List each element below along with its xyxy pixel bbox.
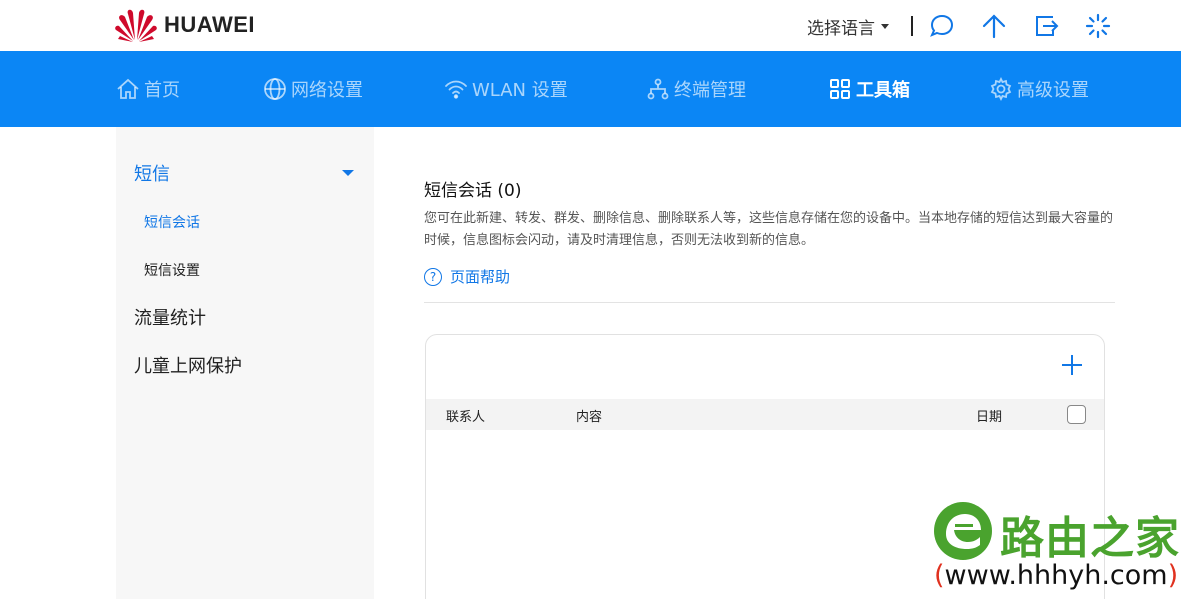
watermark-title: 路由之家 — [1000, 513, 1180, 564]
watermark-paren-close: ) — [1167, 560, 1179, 591]
top-toolbar: 选择语言 — [807, 10, 1111, 42]
globe-icon — [264, 78, 286, 100]
nav-wlan-settings-label: WLAN 设置 — [472, 80, 568, 101]
logout-icon[interactable] — [1033, 13, 1059, 39]
sidebar-item-sms-settings[interactable]: 短信设置 — [144, 260, 200, 280]
nav-home-label: 首页 — [144, 80, 180, 101]
nav-network-settings[interactable]: 网络设置 — [263, 51, 363, 127]
page-description: 您可在此新建、转发、群发、删除信息、删除联系人等，这些信息存储在您的设备中。当本… — [424, 211, 1114, 248]
toolbar-divider — [911, 16, 913, 36]
caret-down-icon — [881, 23, 889, 29]
sidebar-group-sms[interactable]: 短信 — [134, 160, 170, 186]
watermark-url: (www.hhhyh.com) — [934, 560, 1178, 591]
section-divider — [424, 302, 1115, 303]
nav-device-management[interactable]: 终端管理 — [646, 51, 746, 127]
nav-device-management-label: 终端管理 — [674, 80, 746, 101]
grid-icon — [830, 79, 850, 99]
top-header: HUAWEI 选择语言 — [0, 0, 1181, 51]
collapse-caret-icon[interactable] — [342, 170, 354, 176]
brand-name: HUAWEI — [164, 12, 255, 37]
upload-arrow-icon[interactable] — [981, 13, 1007, 39]
page-help-link[interactable]: ? 页面帮助 — [424, 266, 510, 287]
nav-home[interactable]: 首页 — [116, 51, 180, 127]
sidebar-group-sms-label: 短信 — [134, 164, 170, 185]
column-header-date: 日期 — [976, 410, 1003, 425]
sidebar: 短信 短信会话 短信设置 流量统计 儿童上网保护 — [116, 127, 374, 599]
table-header: 联系人 内容 日期 — [426, 399, 1104, 430]
question-circle-icon: ? — [424, 267, 442, 286]
sidebar-item-child-protection[interactable]: 儿童上网保护 — [134, 352, 242, 378]
sidebar-item-sms-conversation[interactable]: 短信会话 — [144, 212, 200, 232]
language-select[interactable]: 选择语言 — [807, 14, 889, 39]
watermark-url-text: www.hhhyh.com — [944, 560, 1168, 591]
wifi-icon — [445, 80, 467, 99]
column-header-content: 内容 — [576, 410, 603, 425]
watermark-paren-open: ( — [934, 560, 945, 591]
sidebar-item-label: 短信会话 — [144, 215, 200, 231]
select-all-checkbox[interactable] — [1067, 405, 1086, 424]
nav-advanced-settings-label: 高级设置 — [1017, 80, 1089, 101]
sidebar-item-label: 短信设置 — [144, 263, 200, 279]
chat-bubble-icon[interactable] — [929, 13, 955, 39]
huawei-logo[interactable]: HUAWEI — [114, 8, 255, 42]
nav-wlan-settings[interactable]: WLAN 设置 — [444, 51, 568, 127]
language-label: 选择语言 — [807, 18, 875, 39]
nav-toolbox[interactable]: 工具箱 — [828, 51, 910, 127]
huawei-flower-icon — [115, 9, 157, 42]
page-help-label: 页面帮助 — [450, 268, 511, 286]
sidebar-item-label: 流量统计 — [134, 308, 206, 329]
sidebar-item-traffic-stats[interactable]: 流量统计 — [134, 304, 206, 330]
gear-icon — [990, 77, 1012, 101]
main-nav: 首页 网络设置 WLAN 设置 终端管理 工具箱 高级设置 — [0, 51, 1181, 127]
nav-toolbox-label: 工具箱 — [856, 80, 910, 101]
watermark: 路由之家 (www.hhhyh.com) — [930, 498, 1181, 599]
page-title: 短信会话 (0) — [424, 181, 522, 201]
sidebar-item-label: 儿童上网保护 — [134, 356, 242, 377]
watermark-logo-icon — [934, 502, 992, 560]
home-icon — [117, 78, 139, 99]
nav-advanced-settings[interactable]: 高级设置 — [989, 51, 1089, 127]
nav-network-settings-label: 网络设置 — [291, 80, 363, 101]
add-message-button[interactable] — [1060, 353, 1084, 377]
loading-spinner-icon[interactable] — [1085, 13, 1111, 39]
column-header-contact: 联系人 — [446, 410, 486, 425]
network-tree-icon — [647, 78, 669, 100]
